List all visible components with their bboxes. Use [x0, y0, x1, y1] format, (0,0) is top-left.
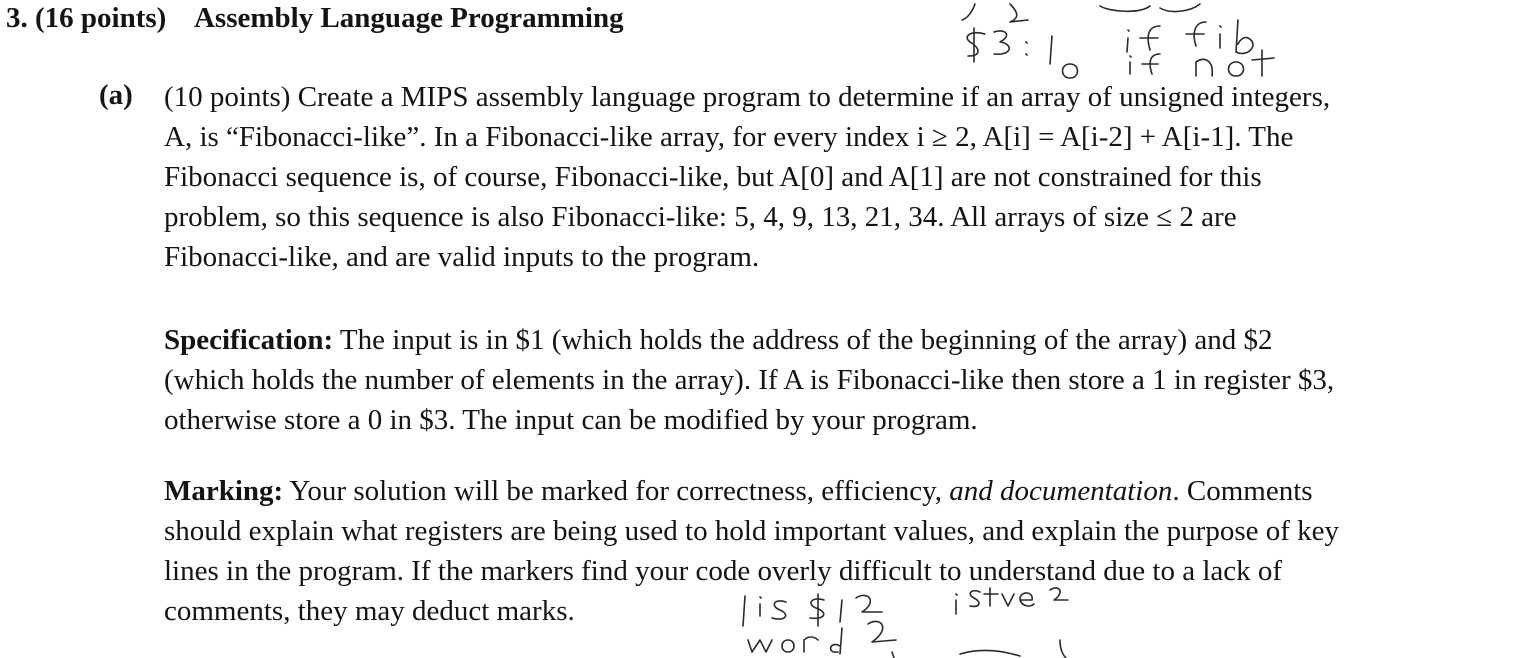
part-a-line: A, is “Fibonacci-like”. In a Fibonacci-l…	[164, 121, 1294, 153]
question-title: Assembly Language Programming	[193, 2, 624, 34]
marking-emphasis: and documentation	[949, 475, 1173, 507]
handwriting-scribble	[1099, 5, 1151, 13]
question-points: (16 points)	[35, 2, 167, 34]
marking-line: lines in the program. If the markers fin…	[164, 555, 1283, 587]
handwriting-scribble	[1195, 58, 1214, 77]
handwriting-scribble	[1059, 639, 1067, 658]
marking-line: should explain what registers are being …	[164, 515, 1340, 547]
handwriting-scribble	[1061, 63, 1079, 79]
handwriting-scribble	[1126, 29, 1130, 53]
marking-line: . Comments	[1172, 475, 1313, 507]
specification-paragraph: Specification: The input is in $1 (which…	[164, 320, 1524, 440]
question-number: 3.	[6, 2, 28, 34]
handwriting-scribble	[891, 651, 895, 658]
marking-paragraph: Marking: Your solution will be marked fo…	[164, 471, 1524, 631]
handwriting-scribble	[1159, 3, 1201, 13]
handwriting-scribble	[1129, 55, 1132, 75]
handwriting-scribble	[993, 30, 1010, 55]
part-a-line: Fibonacci sequence is, of course, Fibona…	[164, 161, 1262, 193]
handwriting-scribble	[747, 639, 773, 653]
handwriting-scribble	[1049, 35, 1053, 65]
specification-line: (which holds the number of elements in t…	[164, 364, 1335, 396]
handwriting-scribble	[829, 627, 843, 655]
question-heading: 3. (16 points) Assembly Language Program…	[6, 2, 624, 35]
handwriting-scribble	[1219, 25, 1222, 49]
handwriting-scribble	[1235, 19, 1254, 55]
handwriting-scribble	[1009, 3, 1029, 23]
part-a-line: problem, so this sequence is also Fibona…	[164, 201, 1237, 233]
handwriting-scribble	[1227, 61, 1245, 77]
part-a-line: Fibonacci-like, and are valid inputs to …	[164, 241, 760, 273]
part-a-label: (a)	[99, 79, 133, 111]
handwriting-scribble	[803, 636, 819, 653]
handwriting-scribble	[781, 639, 795, 653]
marking-line: Your solution will be marked for correct…	[283, 475, 950, 507]
handwriting-scribble	[961, 3, 976, 21]
marking-heading: Marking:	[164, 475, 284, 507]
specification-line: otherwise store a 0 in $3. The input can…	[164, 404, 978, 436]
handwriting-scribble	[966, 31, 986, 57]
handwriting-scribble	[1251, 49, 1275, 77]
part-a-text: (10 points) Create a MIPS assembly langu…	[164, 77, 1524, 277]
specification-heading: Specification:	[164, 324, 334, 356]
marking-line: comments, they may deduct marks.	[164, 595, 575, 627]
handwriting-scribble	[1025, 41, 1028, 56]
specification-line: The input is in $1 (which holds the addr…	[333, 324, 1273, 356]
handwriting-scribble	[1141, 53, 1161, 75]
part-a-line: (10 points) Create a MIPS assembly langu…	[164, 81, 1331, 113]
handwriting-scribble	[959, 649, 1021, 657]
handwriting-scribble	[1185, 21, 1207, 47]
handwriting-scribble	[1139, 25, 1161, 51]
